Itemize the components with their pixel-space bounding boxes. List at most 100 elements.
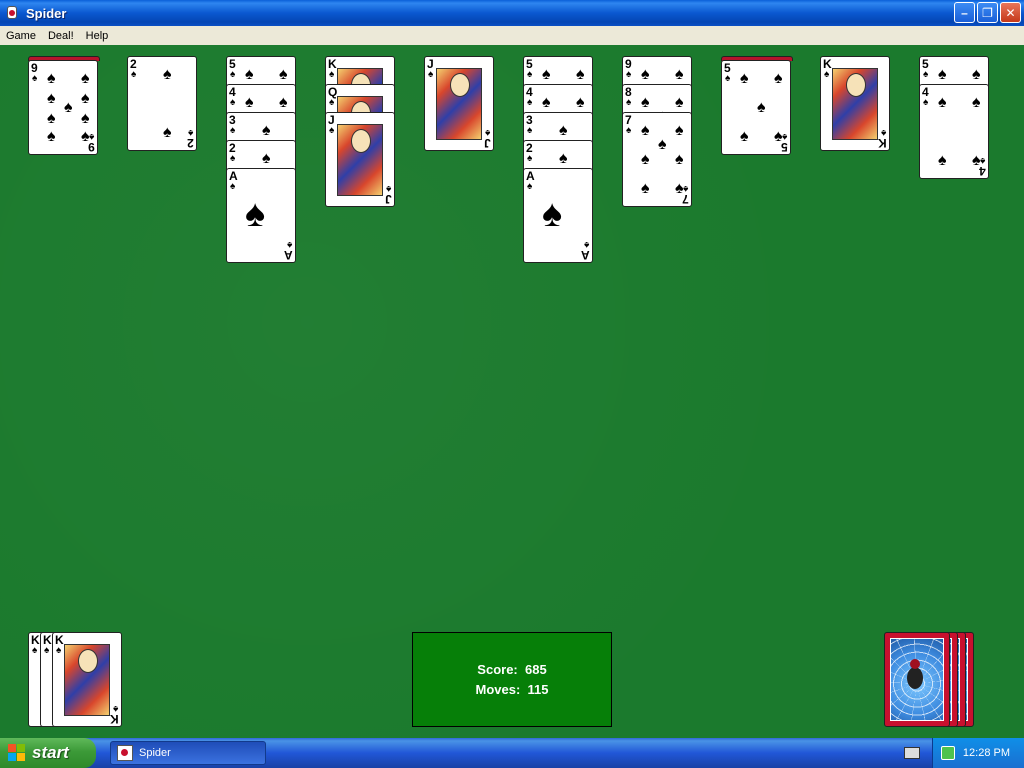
spade-icon: ♠ bbox=[774, 70, 783, 87]
spade-icon: ♠ bbox=[527, 97, 533, 108]
card-rank: J bbox=[385, 192, 392, 206]
taskbar-spider-button[interactable]: Spider bbox=[110, 741, 266, 765]
court-figure bbox=[337, 124, 383, 196]
menu-bar: Game Deal! Help bbox=[0, 26, 1024, 45]
card-rank: K bbox=[878, 136, 887, 150]
menu-help[interactable]: Help bbox=[80, 30, 115, 42]
card-pips: ♠♠ bbox=[140, 63, 186, 145]
court-figure bbox=[832, 68, 878, 140]
moves-value: 115 bbox=[527, 681, 549, 697]
spade-icon: ♠ bbox=[641, 180, 650, 197]
spade-icon: ♠ bbox=[230, 153, 236, 164]
spade-icon: ♠ bbox=[626, 97, 632, 108]
card-pips: ♠♠♠♠♠♠♠♠♠ bbox=[41, 67, 90, 149]
spade-icon: ♠ bbox=[262, 150, 271, 167]
menu-deal[interactable]: Deal! bbox=[42, 30, 80, 42]
card-7-spades[interactable]: 7 ♠ 7 ♠ ♠ ♠ ♠ ♠ ♠ ♠ ♠ bbox=[622, 112, 692, 207]
spade-icon: ♠ bbox=[47, 128, 56, 145]
start-label: start bbox=[32, 743, 69, 762]
spade-icon: ♠ bbox=[675, 122, 684, 139]
card-2-spades[interactable]: 2♠2♠♠♠ bbox=[127, 56, 197, 151]
network-icon[interactable] bbox=[940, 746, 955, 760]
start-button[interactable]: start bbox=[0, 738, 96, 768]
spade-icon: ♠ bbox=[923, 97, 929, 108]
card-rank: A bbox=[581, 248, 590, 262]
spade-icon: ♠ bbox=[81, 128, 90, 145]
spider-app-icon bbox=[117, 745, 133, 761]
spade-icon: ♠ bbox=[559, 150, 568, 167]
spade-icon: ♠ bbox=[824, 69, 830, 80]
card-pips: ♠ ♠ ♠ ♠ bbox=[932, 91, 981, 173]
clock[interactable]: 12:28 PM bbox=[963, 747, 1010, 759]
spade-icon: ♠ bbox=[740, 70, 749, 87]
card-pips: ♠ ♠ ♠ ♠ ♠ bbox=[734, 67, 783, 149]
spade-icon: ♠ bbox=[230, 181, 236, 192]
card-pips: ♠ ♠ ♠ ♠ ♠ ♠ ♠ bbox=[635, 119, 684, 201]
card-a-spades[interactable]: A ♠ A ♠ ♠ bbox=[523, 168, 593, 263]
spade-icon: ♠ bbox=[81, 90, 90, 107]
spade-icon: ♠ bbox=[938, 152, 947, 169]
menu-game[interactable]: Game bbox=[0, 30, 42, 42]
spade-icon: ♠ bbox=[542, 94, 551, 111]
spade-icon: ♠ bbox=[923, 69, 929, 80]
maximize-button[interactable]: ❐ bbox=[977, 2, 998, 23]
spade-icon: ♠ bbox=[32, 645, 38, 656]
spade-icon: ♠ bbox=[279, 66, 288, 83]
stock-deal-pile[interactable] bbox=[884, 632, 950, 727]
card-rank: K bbox=[110, 712, 119, 726]
spade-icon: ♠ bbox=[576, 94, 585, 111]
spade-icon: ♠ bbox=[245, 193, 266, 235]
spade-icon: ♠ bbox=[938, 66, 947, 83]
card-9-spades[interactable]: 9♠9♠♠♠♠♠♠♠♠♠♠ bbox=[28, 60, 98, 155]
moves-label: Moves: bbox=[475, 681, 521, 697]
spider-icon bbox=[907, 659, 923, 689]
spade-icon: ♠ bbox=[583, 239, 589, 250]
card-k-spades[interactable]: K♠K♠ bbox=[52, 632, 122, 727]
score-box[interactable]: Score: 685 Moves: 115 bbox=[412, 632, 612, 727]
spade-icon: ♠ bbox=[230, 125, 236, 136]
close-button[interactable]: ✕ bbox=[1000, 2, 1021, 23]
spade-icon: ♠ bbox=[47, 70, 56, 87]
card-j-spades[interactable]: J ♠ J ♠ bbox=[424, 56, 494, 151]
spade-icon: ♠ bbox=[675, 66, 684, 83]
card-j-spades[interactable]: J ♠ J ♠ bbox=[325, 112, 395, 207]
spade-icon: ♠ bbox=[641, 66, 650, 83]
spade-icon: ♠ bbox=[279, 94, 288, 111]
taskbar-spider-label: Spider bbox=[139, 747, 171, 759]
spade-icon: ♠ bbox=[527, 69, 533, 80]
spade-icon: ♠ bbox=[658, 136, 667, 153]
spade-icon: ♠ bbox=[972, 94, 981, 111]
spade-icon: ♠ bbox=[641, 94, 650, 111]
card-5-spades[interactable]: 5♠5♠♠♠♠♠♠ bbox=[721, 60, 791, 155]
spade-icon: ♠ bbox=[47, 110, 56, 127]
card-k-spades[interactable]: K♠K♠ bbox=[820, 56, 890, 151]
spade-icon: ♠ bbox=[880, 127, 886, 138]
spade-icon: ♠ bbox=[725, 73, 731, 84]
title-bar[interactable]: Spider – ❐ ✕ bbox=[0, 0, 1024, 26]
spade-icon: ♠ bbox=[230, 69, 236, 80]
spade-icon: ♠ bbox=[542, 66, 551, 83]
spade-icon: ♠ bbox=[163, 66, 172, 83]
spade-icon: ♠ bbox=[641, 151, 650, 168]
card-rank: A bbox=[284, 248, 293, 262]
spade-icon: ♠ bbox=[740, 128, 749, 145]
card-4-spades[interactable]: 4♠4♠♠♠♠♠ bbox=[919, 84, 989, 179]
spade-icon: ♠ bbox=[675, 180, 684, 197]
spade-icon: ♠ bbox=[385, 183, 391, 194]
system-tray: 12:28 PM bbox=[932, 738, 1024, 768]
card-a-spades[interactable]: A ♠ A ♠ ♠ bbox=[226, 168, 296, 263]
spade-icon: ♠ bbox=[131, 69, 137, 80]
spade-icon: ♠ bbox=[641, 122, 650, 139]
spade-icon: ♠ bbox=[163, 124, 172, 141]
spade-icon: ♠ bbox=[64, 99, 73, 116]
spade-icon: ♠ bbox=[542, 193, 563, 235]
spade-icon: ♠ bbox=[286, 239, 292, 250]
spade-icon: ♠ bbox=[81, 70, 90, 87]
minimize-button[interactable]: – bbox=[954, 2, 975, 23]
spade-icon: ♠ bbox=[938, 94, 947, 111]
card-rank: 2 bbox=[187, 136, 194, 150]
spade-icon: ♠ bbox=[576, 66, 585, 83]
spade-icon: ♠ bbox=[675, 151, 684, 168]
keyboard-icon[interactable] bbox=[904, 747, 920, 759]
spade-icon: ♠ bbox=[44, 645, 50, 656]
